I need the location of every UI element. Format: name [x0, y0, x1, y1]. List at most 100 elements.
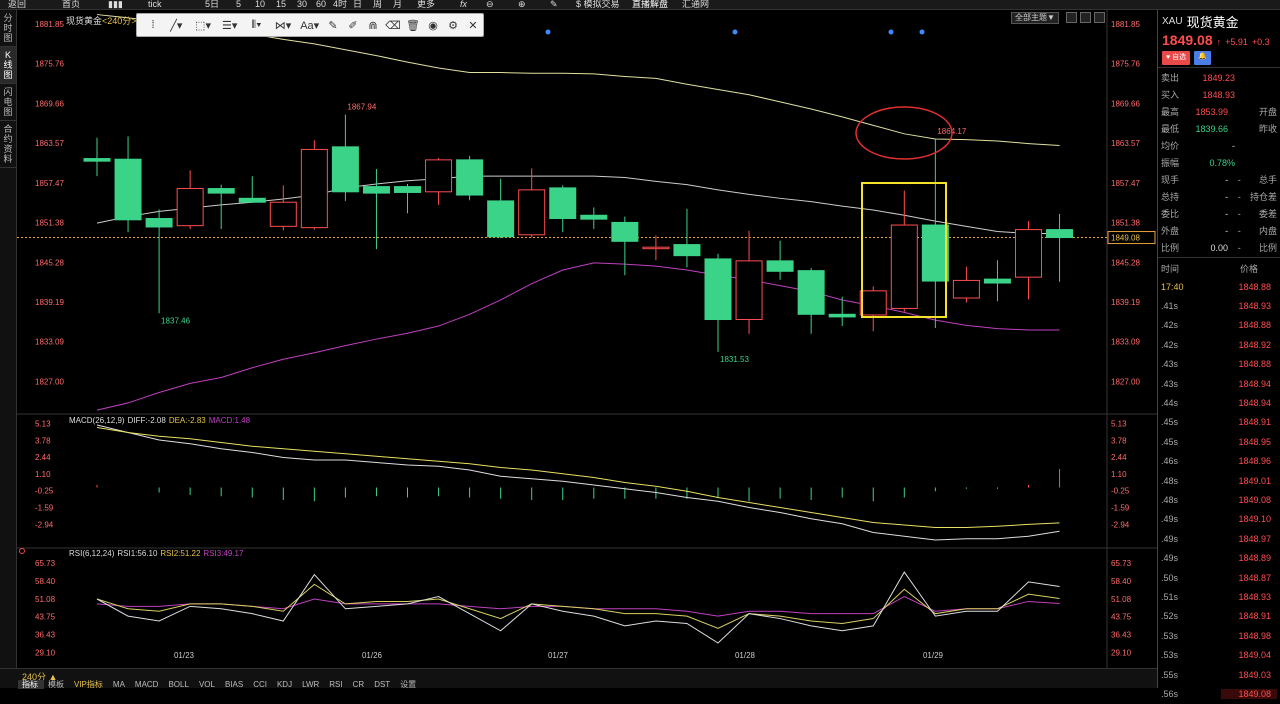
price-axis-left-label: 1881.85	[35, 20, 64, 29]
candle-body	[580, 214, 608, 220]
period-month[interactable]: 月	[393, 0, 402, 9]
theme-select[interactable]: 全部主题▼	[1011, 12, 1059, 24]
formula-button[interactable]: fx	[460, 0, 467, 9]
eraser-icon[interactable]: ⌫	[383, 15, 403, 35]
sim-trade-button[interactable]: $ 模拟交易	[576, 0, 620, 9]
add-favorite-button[interactable]: ♥ 自选	[1162, 51, 1191, 65]
candle-body	[425, 159, 453, 193]
quote-row-value: -	[1225, 191, 1229, 202]
more-button[interactable]: 更多	[417, 0, 435, 9]
candle-body	[362, 186, 390, 194]
period-5d[interactable]: 5日	[205, 0, 219, 9]
zoom-out-icon[interactable]: ⊖	[486, 0, 494, 9]
tick-row: .48s 1849.08	[1158, 490, 1280, 509]
candle-body	[394, 186, 421, 193]
tick-row: .53s 1849.04	[1158, 645, 1280, 664]
bar-chart-icon[interactable]: ▮▮▮	[108, 0, 123, 9]
price-annotation: 1831.53	[720, 355, 749, 364]
date-axis-label: 01/29	[923, 651, 944, 660]
tick-time: .42s	[1161, 339, 1179, 350]
drag-handle-icon[interactable]: ⁞	[143, 15, 163, 35]
shape-tool-icon[interactable]: ⬚▾	[190, 15, 217, 35]
tick-row: .52s 1848.91	[1158, 607, 1280, 626]
period-tick[interactable]: tick	[148, 0, 162, 9]
tab-kline[interactable]: K线图	[0, 47, 16, 84]
tab-timeshare[interactable]: 分时图	[0, 10, 16, 47]
candle-body	[1015, 229, 1042, 278]
fullscreen-icon[interactable]	[1094, 12, 1105, 23]
macd-axis-right-label: -0.25	[1111, 487, 1130, 496]
tick-time: .52s	[1161, 611, 1179, 622]
rsi-axis-right-label: 58.40	[1111, 577, 1132, 586]
event-marker-dot	[545, 29, 551, 35]
quote-row: 总持 - - 持仓差	[1158, 188, 1280, 205]
candle-body	[456, 159, 484, 196]
period-5[interactable]: 5	[236, 0, 241, 9]
tick-header-price: 价格	[1239, 263, 1258, 274]
quote-row: 现手 - - 总手	[1158, 171, 1280, 188]
current-price-tag: 1849.08	[1111, 234, 1140, 243]
candle-body	[83, 158, 111, 162]
candle-body	[269, 201, 297, 227]
quote-row-value: -	[1225, 174, 1229, 185]
tab-contract-info[interactable]: 合约资料	[0, 121, 16, 168]
quote-row-dash: -	[1237, 174, 1241, 185]
period-day[interactable]: 日	[353, 0, 362, 9]
magnet-icon[interactable]: ⋒	[363, 15, 383, 35]
tick-time: 17:40	[1161, 281, 1184, 292]
event-marker-dot	[888, 29, 894, 35]
gann-tool-icon[interactable]: ⦀▾	[243, 15, 270, 35]
candle-body	[983, 278, 1011, 284]
text-tool-icon[interactable]: Aa▾	[296, 15, 323, 35]
pattern-tool-icon[interactable]: ⋈▾	[270, 15, 297, 35]
line-tool-icon[interactable]: ╱▾	[163, 15, 190, 35]
up-arrow-icon: ↑	[1216, 37, 1222, 47]
layout-split-icon[interactable]	[1080, 12, 1091, 23]
period-4h[interactable]: 4时	[333, 0, 347, 9]
tick-price: 1848.88	[1238, 320, 1271, 331]
period-week[interactable]: 周	[373, 0, 382, 9]
zoom-in-icon[interactable]: ⊕	[518, 0, 526, 9]
back-button[interactable]: 返回	[8, 0, 26, 9]
tick-row: .49s 1848.97	[1158, 529, 1280, 548]
tick-price: 1848.87	[1238, 572, 1271, 583]
period-10[interactable]: 10	[255, 0, 265, 9]
period-60[interactable]: 60	[316, 0, 326, 9]
price-axis-left-label: 1827.00	[35, 377, 64, 386]
trash-icon[interactable]: 🗑	[403, 15, 423, 35]
live-button[interactable]: 直播解盘	[632, 0, 668, 9]
tick-price: 1848.92	[1238, 339, 1271, 350]
macd-axis-right-label: 2.44	[1111, 453, 1127, 462]
tick-time: .50s	[1161, 572, 1179, 583]
price-axis-left-label: 1857.47	[35, 179, 64, 188]
macd-diff-line	[96, 424, 1060, 541]
pen-icon[interactable]: ✎	[323, 15, 343, 35]
quote-panel: XAU 现货黄金 1849.08 ↑ +5.91 +0.3 ♥ 自选 🔔 卖出 1…	[1157, 10, 1280, 699]
tick-time: .43s	[1161, 378, 1179, 389]
tick-list[interactable]: 17:40 1848.88 .41s 1848.93 .42s 1848.88 .42s 18…	[1158, 277, 1280, 704]
home-button[interactable]: 首页	[62, 0, 80, 9]
brush-icon[interactable]: ✐	[343, 15, 363, 35]
tick-price: 1848.88	[1238, 359, 1271, 370]
layout-grid-icon[interactable]	[1066, 12, 1077, 23]
close-icon[interactable]: ✕	[463, 15, 483, 35]
eye-icon[interactable]: ◉	[423, 15, 443, 35]
symbol-code: XAU	[1162, 15, 1183, 27]
rsi-axis-left-label: 51.08	[35, 595, 56, 604]
candle-body	[890, 224, 918, 309]
candle-body	[673, 244, 701, 257]
draw-icon[interactable]: ✎	[550, 0, 558, 9]
rsi-legend-item: RSI(6,12,24)	[69, 549, 115, 558]
quote-row: 外盘 - - 内盘	[1158, 222, 1280, 239]
tick-time: .45s	[1161, 417, 1179, 428]
period-30[interactable]: 30	[297, 0, 307, 9]
alert-bell-icon[interactable]: 🔔	[1194, 51, 1211, 65]
tick-price: 1848.91	[1238, 417, 1271, 428]
period-15[interactable]: 15	[276, 0, 286, 9]
kline-chart[interactable]: 1881.85 1881.85 1875.76 1875.76 1869.66 1869.…	[17, 10, 1157, 668]
gear-icon[interactable]: ⚙	[443, 15, 463, 35]
fx678-button[interactable]: 汇通网	[682, 0, 709, 9]
tick-time: .53s	[1161, 650, 1179, 661]
tab-flash[interactable]: 闪电图	[0, 84, 16, 121]
fib-tool-icon[interactable]: ☰▾	[216, 15, 243, 35]
